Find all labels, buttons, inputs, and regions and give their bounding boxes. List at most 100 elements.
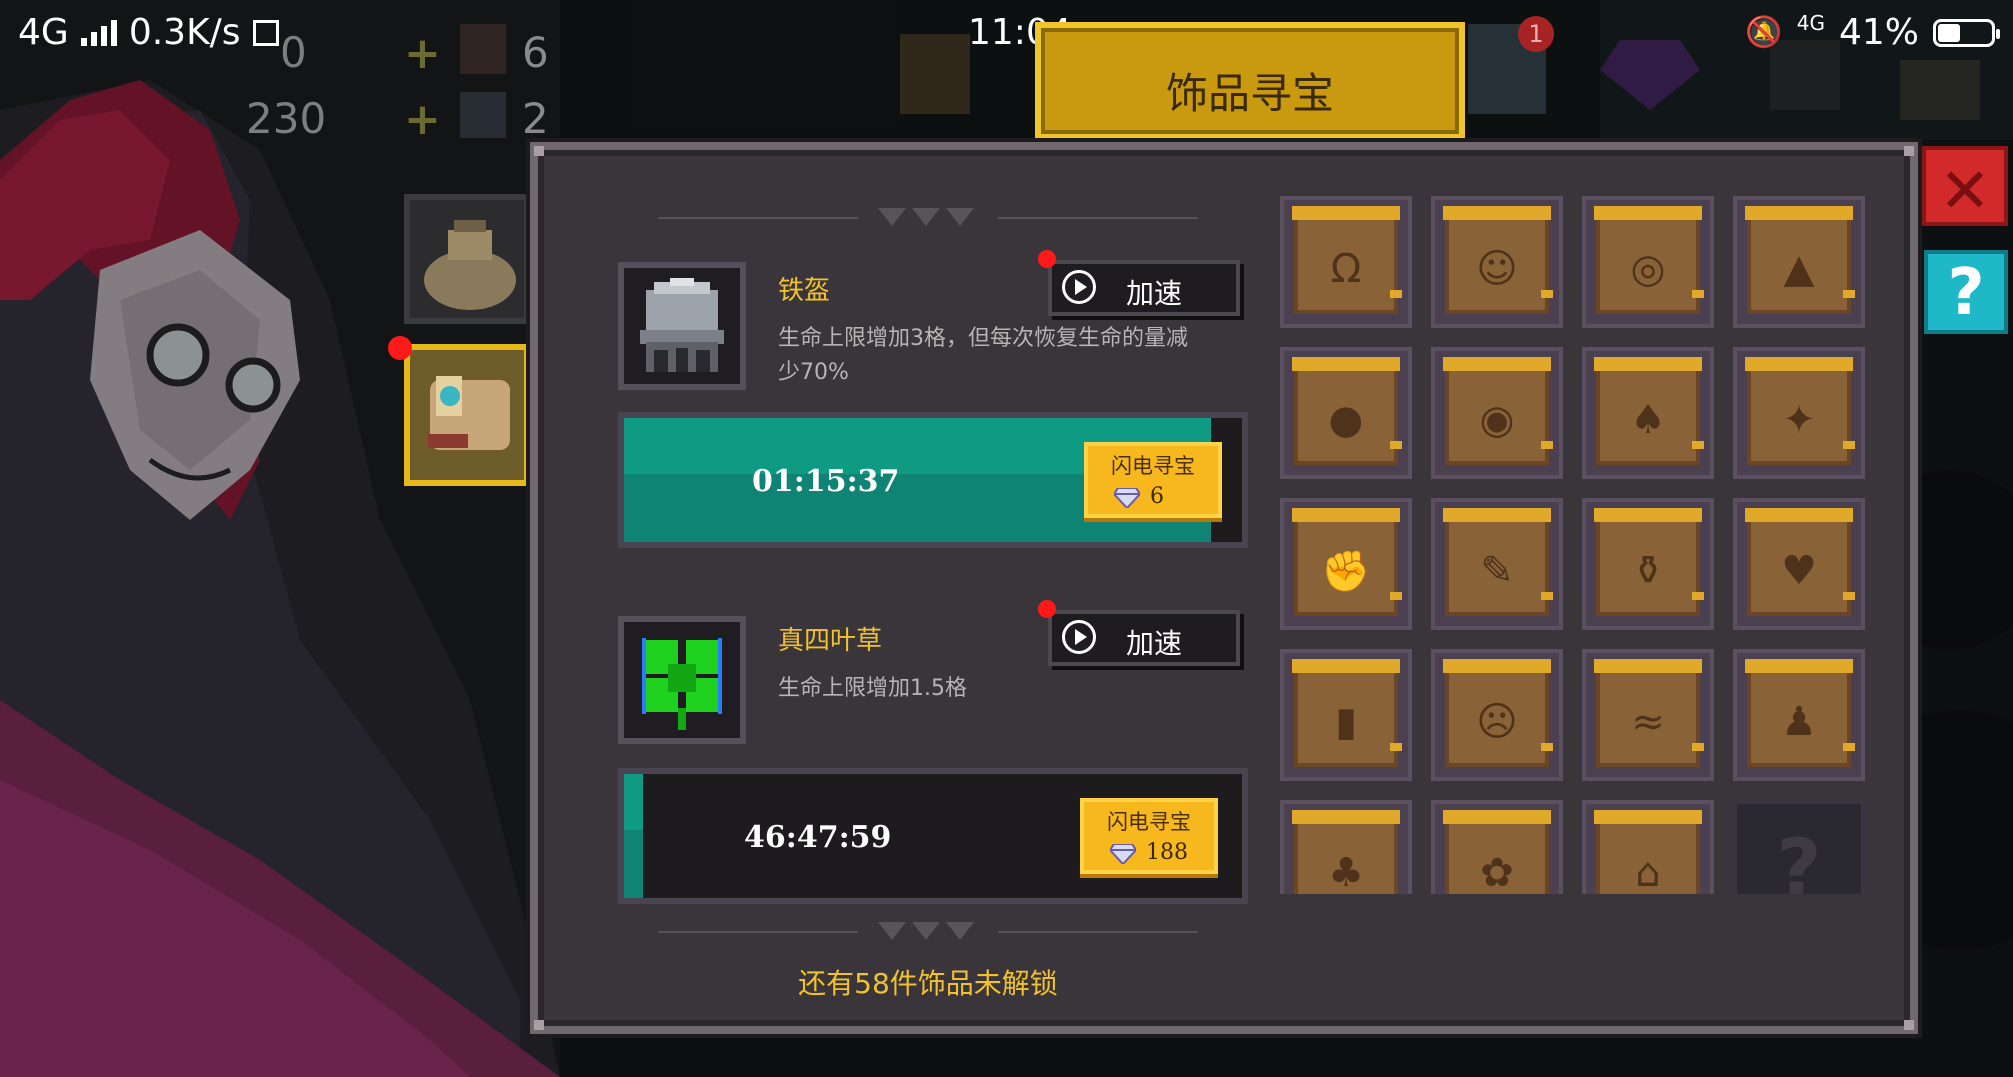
hud-number-mid: 230	[246, 94, 327, 143]
tab-pot[interactable]	[404, 194, 530, 324]
accessory-slot[interactable]: ◉	[1431, 347, 1563, 479]
gem-cost: 6	[1150, 484, 1164, 509]
necklace-scroll-icon: Ω	[1330, 246, 1362, 292]
item-name: 真四叶草	[778, 626, 883, 656]
close-icon: ✕	[1939, 154, 1991, 227]
progress-fill	[624, 774, 643, 898]
scroll-icon: ☺	[1443, 206, 1553, 314]
pouch-scroll-icon: ●	[1328, 397, 1364, 443]
spiral-scroll-icon: ◉	[1479, 397, 1515, 443]
battery-icon	[1933, 18, 2000, 47]
status-right: 🔕 4G 41%	[1745, 10, 2000, 53]
scroll-icon: ✦	[1745, 357, 1855, 465]
progress-timer: 46:47:59 闪电寻宝 188	[618, 768, 1248, 904]
tab-accessory-hunt[interactable]	[404, 344, 530, 486]
unlock-remaining-text: 还有58件饰品未解锁	[798, 967, 1058, 1000]
scroll-icon: ▮	[1292, 659, 1402, 767]
notification-dot	[1038, 250, 1056, 268]
accessory-slot[interactable]: ≈	[1582, 649, 1714, 781]
signal-icon	[80, 19, 117, 46]
countdown-text: 01:15:37	[752, 464, 900, 499]
network-speed: 0.3K/s	[128, 12, 241, 53]
scroll-icon: ⚱	[1594, 508, 1704, 616]
accessory-slot[interactable]: ☺	[1431, 196, 1563, 328]
scroll-icon: ▲	[1745, 206, 1855, 314]
house-scroll-icon: ⌂	[1635, 850, 1661, 894]
accessory-slot[interactable]: ⌂	[1582, 800, 1714, 894]
ring-scroll-icon: ◎	[1630, 246, 1666, 292]
scroll-icon: ≈	[1594, 659, 1704, 767]
gem-icon	[1110, 844, 1136, 864]
speed-up-label: 加速	[1126, 627, 1183, 660]
speed-up-button[interactable]: 加速	[1048, 610, 1240, 666]
item-frame-four-leaf-clover[interactable]	[618, 616, 746, 744]
face-scroll-icon: ☹	[1476, 699, 1518, 745]
accessory-slot[interactable]: ☹	[1431, 649, 1563, 781]
flash-hunt-button[interactable]: 闪电寻宝 188	[1080, 798, 1218, 874]
door-scroll-icon: ▮	[1334, 699, 1357, 745]
scroll-icon: ✿	[1443, 810, 1551, 894]
scroll-icon: ✎	[1443, 508, 1553, 616]
accessory-slot[interactable]: ●	[1280, 347, 1412, 479]
hud-count-b: 2	[522, 94, 549, 143]
title-tab: 饰品寻宝	[1035, 22, 1465, 140]
accessory-slot[interactable]: Ω	[1280, 196, 1412, 328]
four-leaf-clover-icon	[642, 638, 722, 730]
scroll-icon: ♟	[1745, 659, 1855, 767]
scroll-icon: ⌂	[1594, 810, 1702, 894]
help-button[interactable]: ?	[1924, 250, 2008, 334]
status-bar: 4G 0.3K/s 11:04 🔕 4G 41%	[0, 0, 2013, 68]
panel-corner	[1904, 1020, 1914, 1030]
accessory-slot[interactable]: ⚱	[1582, 498, 1714, 630]
progress-timer: 01:15:37 闪电寻宝 6	[618, 412, 1248, 548]
page-title: 饰品寻宝	[1165, 69, 1334, 118]
flash-hunt-label: 闪电寻宝	[1111, 454, 1195, 478]
scroll-icon: Ω	[1292, 206, 1402, 314]
flash-hunt-button[interactable]: 闪电寻宝 6	[1084, 442, 1222, 518]
scroll-icon: ●	[1292, 357, 1402, 465]
accessory-slot[interactable]: ▲	[1733, 196, 1865, 328]
accessory-grid: Ω ☺ ◎ ▲ ● ◉ ♠ ✦ ✊ ✎ ⚱ ♥ ▮ ☹ ≈ ♟ ♣ ✿ ⌂?	[1280, 196, 1876, 894]
item-frame-iron-helmet[interactable]	[618, 262, 746, 390]
item-description-line: 少70%	[778, 360, 849, 385]
speed-up-label: 加速	[1126, 277, 1183, 310]
accessory-slot[interactable]: ♣	[1280, 800, 1412, 894]
notification-dot	[1038, 600, 1056, 618]
divider-bottom	[658, 922, 1198, 942]
gem-icon	[1114, 488, 1140, 508]
notification-dot	[388, 336, 412, 360]
accessory-slot[interactable]: ✿	[1431, 800, 1563, 894]
network-4g-small: 4G	[1796, 10, 1825, 35]
accessory-slot[interactable]: ?	[1733, 800, 1865, 894]
star-scroll-icon: ✦	[1782, 397, 1816, 443]
scroll-icon: ♣	[1292, 810, 1400, 894]
panel-corner	[534, 146, 544, 156]
data-saver-icon	[252, 19, 279, 46]
scroll-icon: ♠	[1594, 357, 1704, 465]
wave-scroll-icon: ≈	[1631, 699, 1665, 745]
heart-scroll-icon: ♥	[1781, 548, 1817, 594]
scroll-map-icon	[428, 376, 510, 450]
accessory-slot[interactable]: ✊	[1280, 498, 1412, 630]
accessory-slot[interactable]: ♠	[1582, 347, 1714, 479]
accessory-slot[interactable]: ▮	[1280, 649, 1412, 781]
item-name: 铁盔	[778, 276, 831, 306]
accessory-slot[interactable]: ✎	[1431, 498, 1563, 630]
accessory-slot[interactable]: ✦	[1733, 347, 1865, 479]
countdown-text: 46:47:59	[744, 820, 892, 855]
scroll-icon: ✊	[1292, 508, 1402, 616]
fist-scroll-icon: ✊	[1321, 549, 1371, 595]
accessory-slot[interactable]: ♟	[1733, 649, 1865, 781]
accessory-slot[interactable]: ◎	[1582, 196, 1714, 328]
item-description-line: 生命上限增加3格，但每次恢复生命的量减	[778, 326, 1188, 351]
scroll-icon: ◎	[1594, 206, 1704, 314]
scroll-icon: ◉	[1443, 357, 1553, 465]
flash-hunt-label: 闪电寻宝	[1107, 810, 1191, 834]
speed-up-button[interactable]: 加速	[1048, 260, 1240, 316]
scroll-icon: ☹	[1443, 659, 1553, 767]
smile-scroll-icon: ☺	[1476, 246, 1518, 292]
status-left: 4G 0.3K/s	[18, 12, 279, 53]
close-button[interactable]: ✕	[1922, 146, 2008, 227]
leaf-scroll-icon: ♣	[1328, 850, 1364, 894]
accessory-slot[interactable]: ♥	[1733, 498, 1865, 630]
